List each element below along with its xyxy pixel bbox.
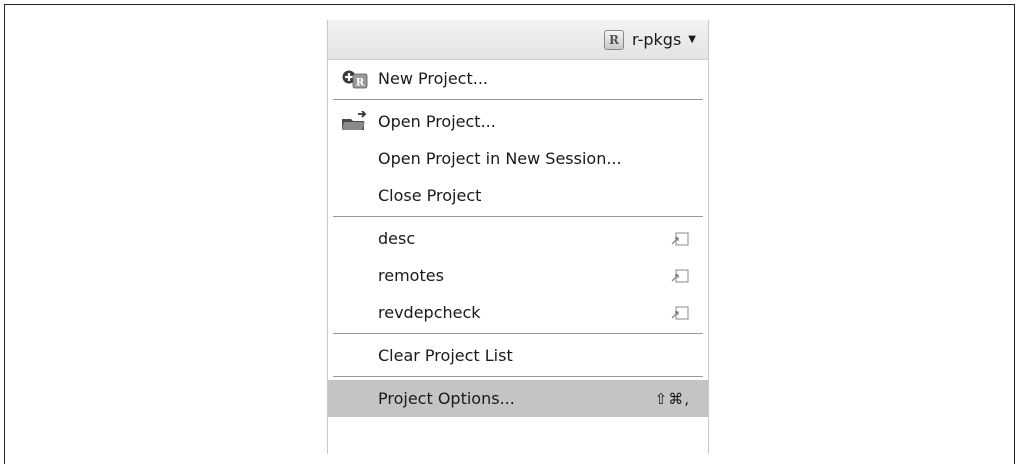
menu-separator — [333, 333, 703, 334]
menu-item-label: Clear Project List — [378, 346, 513, 365]
menu-item-project-options[interactable]: Project Options... ⇧⌘, — [328, 380, 708, 417]
recent-project-item[interactable]: remotes — [328, 257, 708, 294]
new-project-icon: R — [342, 70, 368, 88]
menu-item-label: New Project... — [378, 69, 488, 88]
svg-text:R: R — [356, 77, 365, 88]
menu-item-open-project-new-session[interactable]: Open Project in New Session... — [328, 140, 708, 177]
keyboard-shortcut: ⇧⌘, — [654, 389, 690, 408]
open-folder-icon — [342, 110, 367, 130]
recent-project-label: desc — [378, 229, 416, 248]
recent-project-item[interactable]: desc — [328, 220, 708, 257]
project-menu: R r-pkgs ▼ R New Project... Open Project… — [327, 20, 709, 454]
r-project-icon: R — [604, 29, 625, 50]
recent-project-label: remotes — [378, 266, 444, 285]
menu-item-clear-project-list[interactable]: Clear Project List — [328, 337, 708, 374]
open-external-icon[interactable] — [670, 268, 690, 284]
menu-item-label: Project Options... — [378, 389, 515, 408]
project-name: r-pkgs — [632, 30, 682, 49]
open-external-icon[interactable] — [670, 305, 690, 321]
menu-item-label: Close Project — [378, 186, 482, 205]
menu-item-close-project[interactable]: Close Project — [328, 177, 708, 214]
menu-item-label: Open Project... — [378, 112, 496, 131]
caret-down-icon: ▼ — [688, 34, 696, 45]
menu-item-open-project[interactable]: Open Project... — [328, 103, 708, 140]
recent-project-label: revdepcheck — [378, 303, 481, 322]
menu-item-label: Open Project in New Session... — [378, 149, 622, 168]
menu-separator — [333, 216, 703, 217]
menu-separator — [333, 376, 703, 377]
menu-item-new-project[interactable]: R New Project... — [328, 60, 708, 97]
recent-project-item[interactable]: revdepcheck — [328, 294, 708, 331]
project-menu-button[interactable]: R r-pkgs ▼ — [328, 20, 708, 60]
menu-separator — [333, 99, 703, 100]
open-external-icon[interactable] — [670, 231, 690, 247]
